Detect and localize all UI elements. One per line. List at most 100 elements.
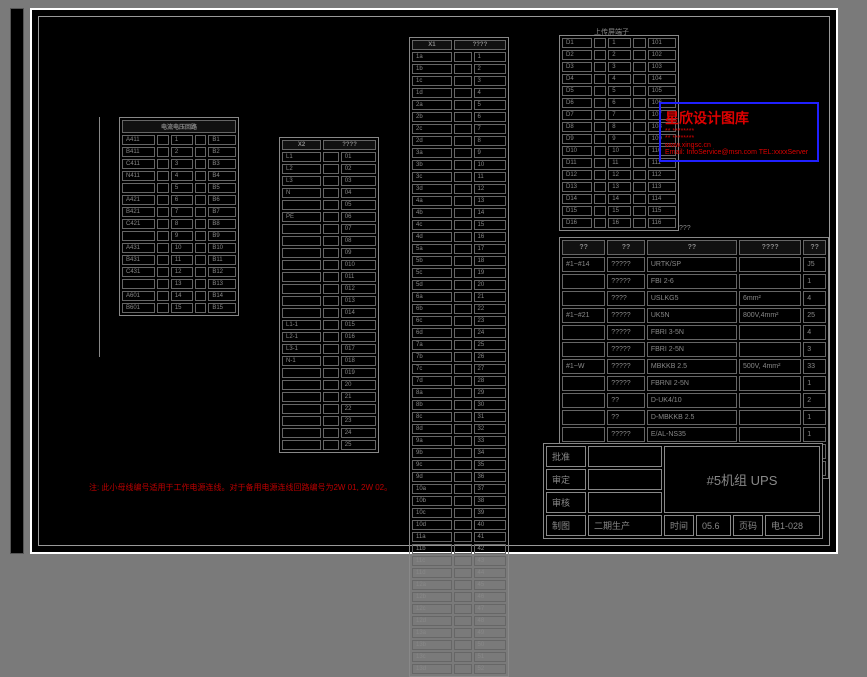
cell: 6a (412, 292, 452, 302)
table-row: #1~#21?????UK5N800V,4mm²25 (562, 308, 826, 323)
cell: A431 (122, 243, 155, 253)
cell (594, 110, 607, 120)
cell: 1b (412, 64, 452, 74)
cell: 11 (608, 158, 631, 168)
drawing-title: #5机组 UPS (664, 446, 820, 513)
cell: 12c (412, 604, 452, 614)
table-row: 12d48 (412, 616, 506, 626)
table-row: A60114B14 (122, 291, 236, 301)
cell: 48 (474, 616, 506, 626)
cell: C431 (122, 267, 155, 277)
cell (454, 172, 472, 182)
cell: 1 (803, 274, 826, 289)
table-row: 5b18 (412, 256, 506, 266)
cell: 38 (474, 496, 506, 506)
terminal-x2-table: X2???? L101L202L303N0405PE06070809010011… (279, 137, 379, 453)
cell: 18 (474, 256, 506, 266)
cell (323, 392, 339, 402)
cell (594, 98, 607, 108)
cell (282, 236, 321, 246)
cell (454, 184, 472, 194)
cell: N-1 (282, 356, 321, 366)
cell (454, 268, 472, 278)
cell: 13 (608, 182, 631, 192)
cell: 3 (171, 159, 193, 169)
table-row: 3c11 (412, 172, 506, 182)
table-row: 2b6 (412, 112, 506, 122)
cell: 7c (412, 364, 452, 374)
cell (157, 267, 169, 277)
cell: #1~W (562, 359, 605, 374)
cell: 10b (412, 496, 452, 506)
table-row: B4217B7 (122, 207, 236, 217)
cell: 28 (474, 376, 506, 386)
cell: PE (282, 212, 321, 222)
cell: 13d (412, 664, 452, 674)
cell: 15 (608, 206, 631, 216)
cell: 25 (341, 440, 376, 450)
cell (282, 392, 321, 402)
table-row: 2d8 (412, 136, 506, 146)
cell: 12 (474, 184, 506, 194)
cell: 114 (648, 194, 676, 204)
cell: 20 (341, 380, 376, 390)
cell (157, 171, 169, 181)
cell: B14 (208, 291, 236, 301)
cell (633, 98, 646, 108)
cell (454, 592, 472, 602)
table-row: B60115B15 (122, 303, 236, 313)
cell: 25 (803, 308, 826, 323)
cell (454, 544, 472, 554)
cell (454, 616, 472, 626)
table-row: D1616116 (562, 218, 676, 228)
table-row: 6a21 (412, 292, 506, 302)
cell: 4 (803, 325, 826, 340)
table-row: 8c31 (412, 412, 506, 422)
table-row: C4113B3 (122, 159, 236, 169)
cell: 116 (648, 218, 676, 228)
cell: D11 (562, 158, 592, 168)
table-row: ????USLKG56mm²4 (562, 291, 826, 306)
cell (157, 243, 169, 253)
cell: 2 (474, 64, 506, 74)
cell: 05 (341, 200, 376, 210)
cell: 50 (474, 640, 506, 650)
cell: A601 (122, 291, 155, 301)
cell (157, 147, 169, 157)
table-row: 22 (282, 404, 376, 414)
cell (323, 428, 339, 438)
cell: 6b (412, 304, 452, 314)
terminal-x1-table: X1???? 1a11b21c31d42a52b62c72d83a93b103c… (409, 37, 509, 677)
cell: 10 (608, 146, 631, 156)
table-row: ?????FBRI 3-5N4 (562, 325, 826, 340)
cell: ????? (607, 308, 645, 323)
cell (282, 308, 321, 318)
table-row: #1~W?????MBKKB 2.5500V, 4mm²33 (562, 359, 826, 374)
table-row: 011 (282, 272, 376, 282)
cell (282, 260, 321, 270)
cell (157, 135, 169, 145)
cell: 500V, 4mm² (739, 359, 801, 374)
table-row: 10d40 (412, 520, 506, 530)
cell: 14 (474, 208, 506, 218)
cell: 12a (412, 580, 452, 590)
cell: D13 (562, 182, 592, 192)
cell (157, 219, 169, 229)
main-table-title: ??? (679, 225, 691, 232)
cell: 23 (474, 316, 506, 326)
cell (562, 393, 605, 408)
cell (633, 170, 646, 180)
cell: 013 (341, 296, 376, 306)
table-row: 010 (282, 260, 376, 270)
cell: B2 (208, 147, 236, 157)
cell: D15 (562, 206, 592, 216)
cell: 13 (171, 279, 193, 289)
x2-title: X2 (282, 140, 321, 150)
table-row: 4b14 (412, 208, 506, 218)
table-row: 9d36 (412, 472, 506, 482)
cell (323, 224, 339, 234)
cell (454, 364, 472, 374)
cell (282, 284, 321, 294)
cell: 1 (803, 410, 826, 425)
cell: D7 (562, 110, 592, 120)
